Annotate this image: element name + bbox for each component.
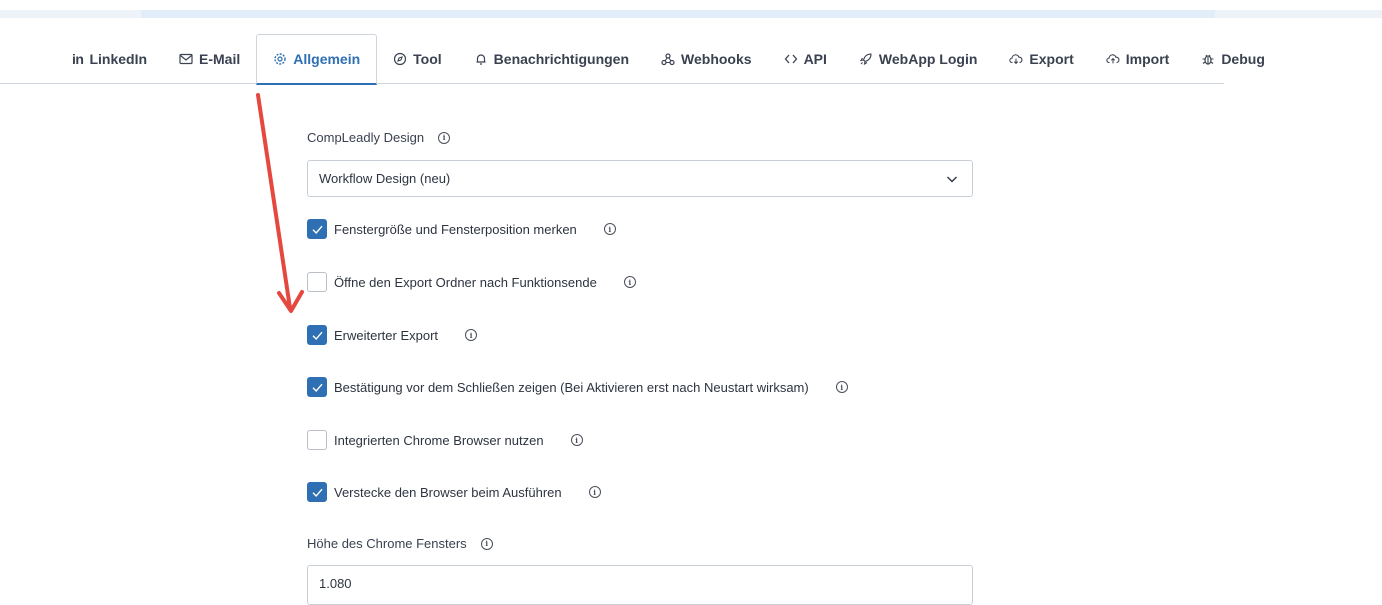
annotation-arrow — [256, 93, 304, 313]
